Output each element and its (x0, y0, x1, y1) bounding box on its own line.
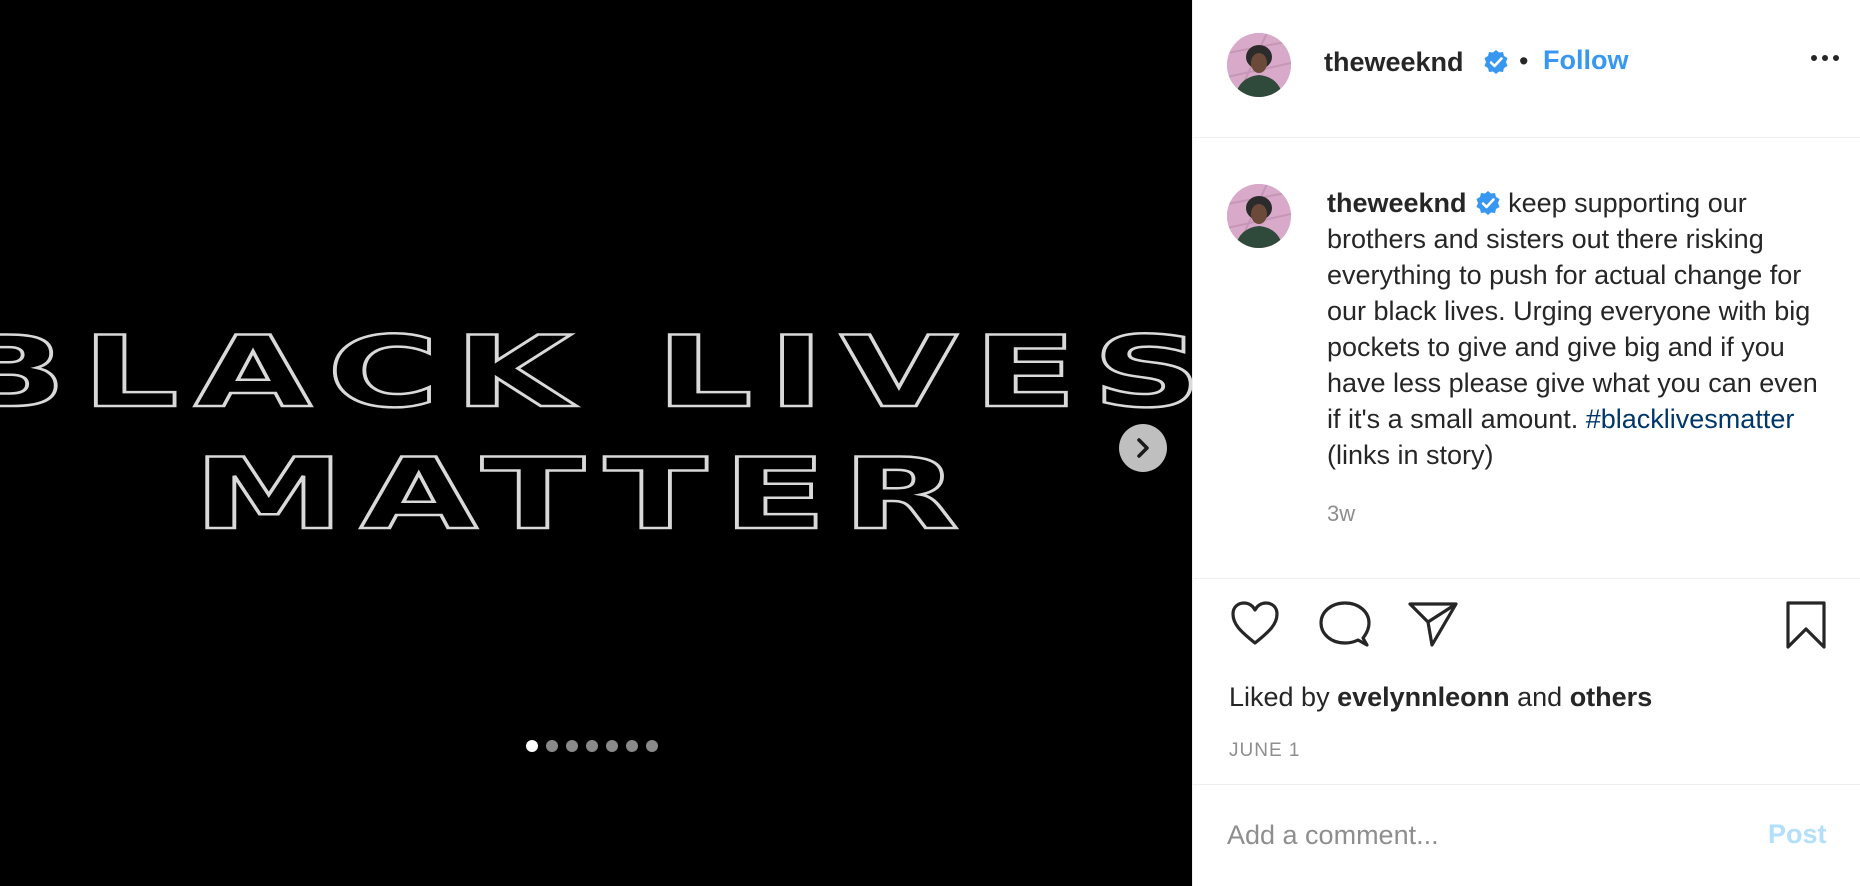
carousel-dot (606, 740, 618, 752)
comment-input[interactable] (1227, 813, 1747, 857)
liked-by-user-link[interactable]: evelynnleonn (1337, 682, 1510, 712)
comment-bar: Post (1193, 784, 1860, 886)
header-username[interactable]: theweeknd (1324, 47, 1464, 78)
avatar-image (1227, 33, 1291, 97)
caption-timestamp[interactable]: 3w (1327, 501, 1355, 527)
follow-button[interactable]: Follow (1543, 45, 1628, 76)
carousel-dot (586, 740, 598, 752)
media-text-line1: BLACK LIVES (0, 316, 1192, 430)
carousel-dot (546, 740, 558, 752)
post-comment-button[interactable]: Post (1768, 819, 1827, 850)
caption-suffix: (links in story) (1327, 440, 1494, 470)
carousel-dot (526, 740, 538, 752)
verified-badge-icon (1476, 191, 1500, 215)
more-options-icon[interactable] (1810, 52, 1840, 64)
avatar[interactable] (1227, 184, 1291, 248)
post-media: BLACK LIVES MATTER (0, 0, 1192, 886)
post-sidebar: theweeknd • Follow theweeknd keep suppor… (1192, 0, 1860, 886)
liked-by-text: Liked by evelynnleonn and others (1229, 682, 1652, 713)
share-paper-plane-icon[interactable] (1407, 600, 1459, 648)
separator-bullet: • (1519, 46, 1529, 76)
post-date[interactable]: JUNE 1 (1229, 740, 1300, 762)
hashtag-link[interactable]: #blacklivesmatter (1586, 404, 1795, 434)
media-text-line2: MATTER (191, 438, 975, 552)
save-bookmark-icon[interactable] (1785, 600, 1827, 650)
caption-text: theweeknd keep supporting our brothers a… (1327, 185, 1827, 473)
chevron-right-icon (1137, 438, 1149, 458)
likes-prefix: Liked by (1229, 682, 1338, 712)
carousel-dot (626, 740, 638, 752)
likes-middle: and (1509, 682, 1570, 712)
avatar[interactable] (1227, 33, 1291, 97)
carousel-next-button[interactable] (1119, 424, 1167, 472)
caption-username[interactable]: theweeknd (1327, 188, 1467, 218)
likes-others-link[interactable]: others (1570, 682, 1653, 712)
post-header: theweeknd • Follow (1193, 0, 1860, 138)
action-bar (1193, 600, 1860, 660)
verified-badge-icon (1484, 50, 1508, 74)
caption-section: theweeknd keep supporting our brothers a… (1193, 139, 1860, 579)
carousel-indicator (526, 740, 658, 752)
carousel-dot (566, 740, 578, 752)
comment-bubble-icon[interactable] (1319, 600, 1371, 650)
avatar-image (1227, 184, 1291, 248)
like-heart-icon[interactable] (1230, 600, 1280, 646)
caption-body: keep supporting our brothers and sisters… (1327, 188, 1818, 434)
carousel-dot (646, 740, 658, 752)
